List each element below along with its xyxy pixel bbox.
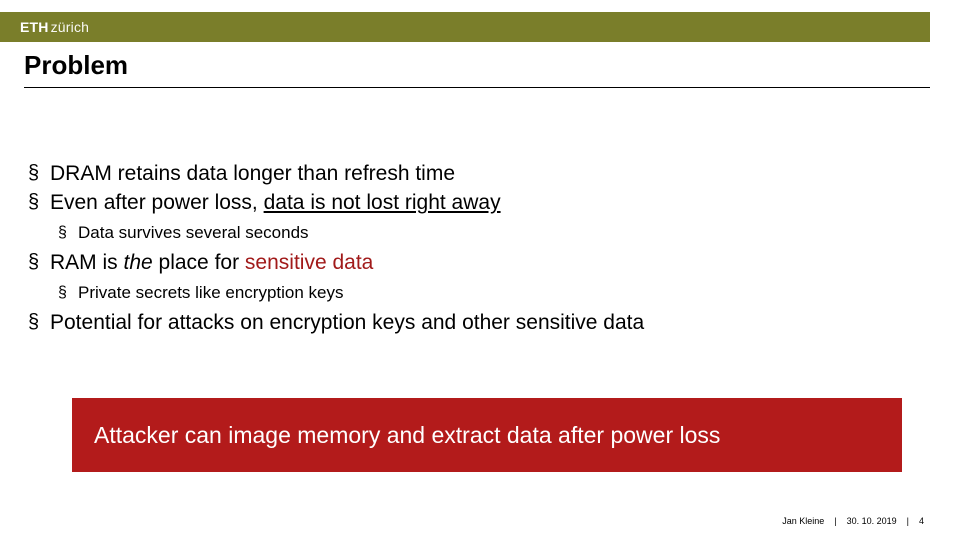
- bullet-1: DRAM retains data longer than refresh ti…: [24, 160, 930, 188]
- footer: Jan Kleine | 30. 10. 2019 | 4: [782, 516, 924, 526]
- content-area: DRAM retains data longer than refresh ti…: [24, 160, 930, 339]
- footer-date: 30. 10. 2019: [847, 516, 897, 526]
- bullet-2-sublist: Data survives several seconds: [50, 221, 930, 246]
- bullet-4-text: Potential for attacks on encryption keys…: [50, 311, 644, 334]
- logo-light: zürich: [51, 19, 90, 35]
- slide-title: Problem: [24, 50, 930, 81]
- bullet-3-mid: place for: [153, 251, 245, 274]
- footer-sep-2: |: [907, 516, 909, 526]
- footer-author: Jan Kleine: [782, 516, 824, 526]
- footer-sep-1: |: [834, 516, 836, 526]
- eth-logo: ETHzürich: [20, 19, 89, 35]
- bullet-3-sub-1: Private secrets like encryption keys: [54, 281, 930, 306]
- title-block: Problem: [24, 50, 930, 88]
- bullet-3-pre: RAM is: [50, 251, 124, 274]
- title-rule: [24, 87, 930, 88]
- bullet-2-sub-1-text: Data survives several seconds: [78, 223, 309, 242]
- bullet-list: DRAM retains data longer than refresh ti…: [24, 160, 930, 338]
- bullet-2-under: data is not lost right away: [264, 191, 501, 214]
- bullet-2-pre: Even after power loss,: [50, 191, 264, 214]
- bullet-3-sublist: Private secrets like encryption keys: [50, 281, 930, 306]
- bullet-4: Potential for attacks on encryption keys…: [24, 309, 930, 337]
- bullet-2: Even after power loss, data is not lost …: [24, 189, 930, 245]
- logo-strong: ETH: [20, 19, 49, 35]
- bullet-3-em: the: [124, 251, 153, 274]
- footer-page: 4: [919, 516, 924, 526]
- bullet-3: RAM is the place for sensitive data Priv…: [24, 249, 930, 305]
- bullet-3-highlight: sensitive data: [245, 251, 373, 274]
- bullet-1-text: DRAM retains data longer than refresh ti…: [50, 162, 455, 185]
- top-banner: ETHzürich: [0, 12, 930, 42]
- bullet-2-sub-1: Data survives several seconds: [54, 221, 930, 246]
- callout-text: Attacker can image memory and extract da…: [94, 422, 720, 449]
- callout-box: Attacker can image memory and extract da…: [72, 398, 902, 472]
- bullet-3-sub-1-text: Private secrets like encryption keys: [78, 283, 344, 302]
